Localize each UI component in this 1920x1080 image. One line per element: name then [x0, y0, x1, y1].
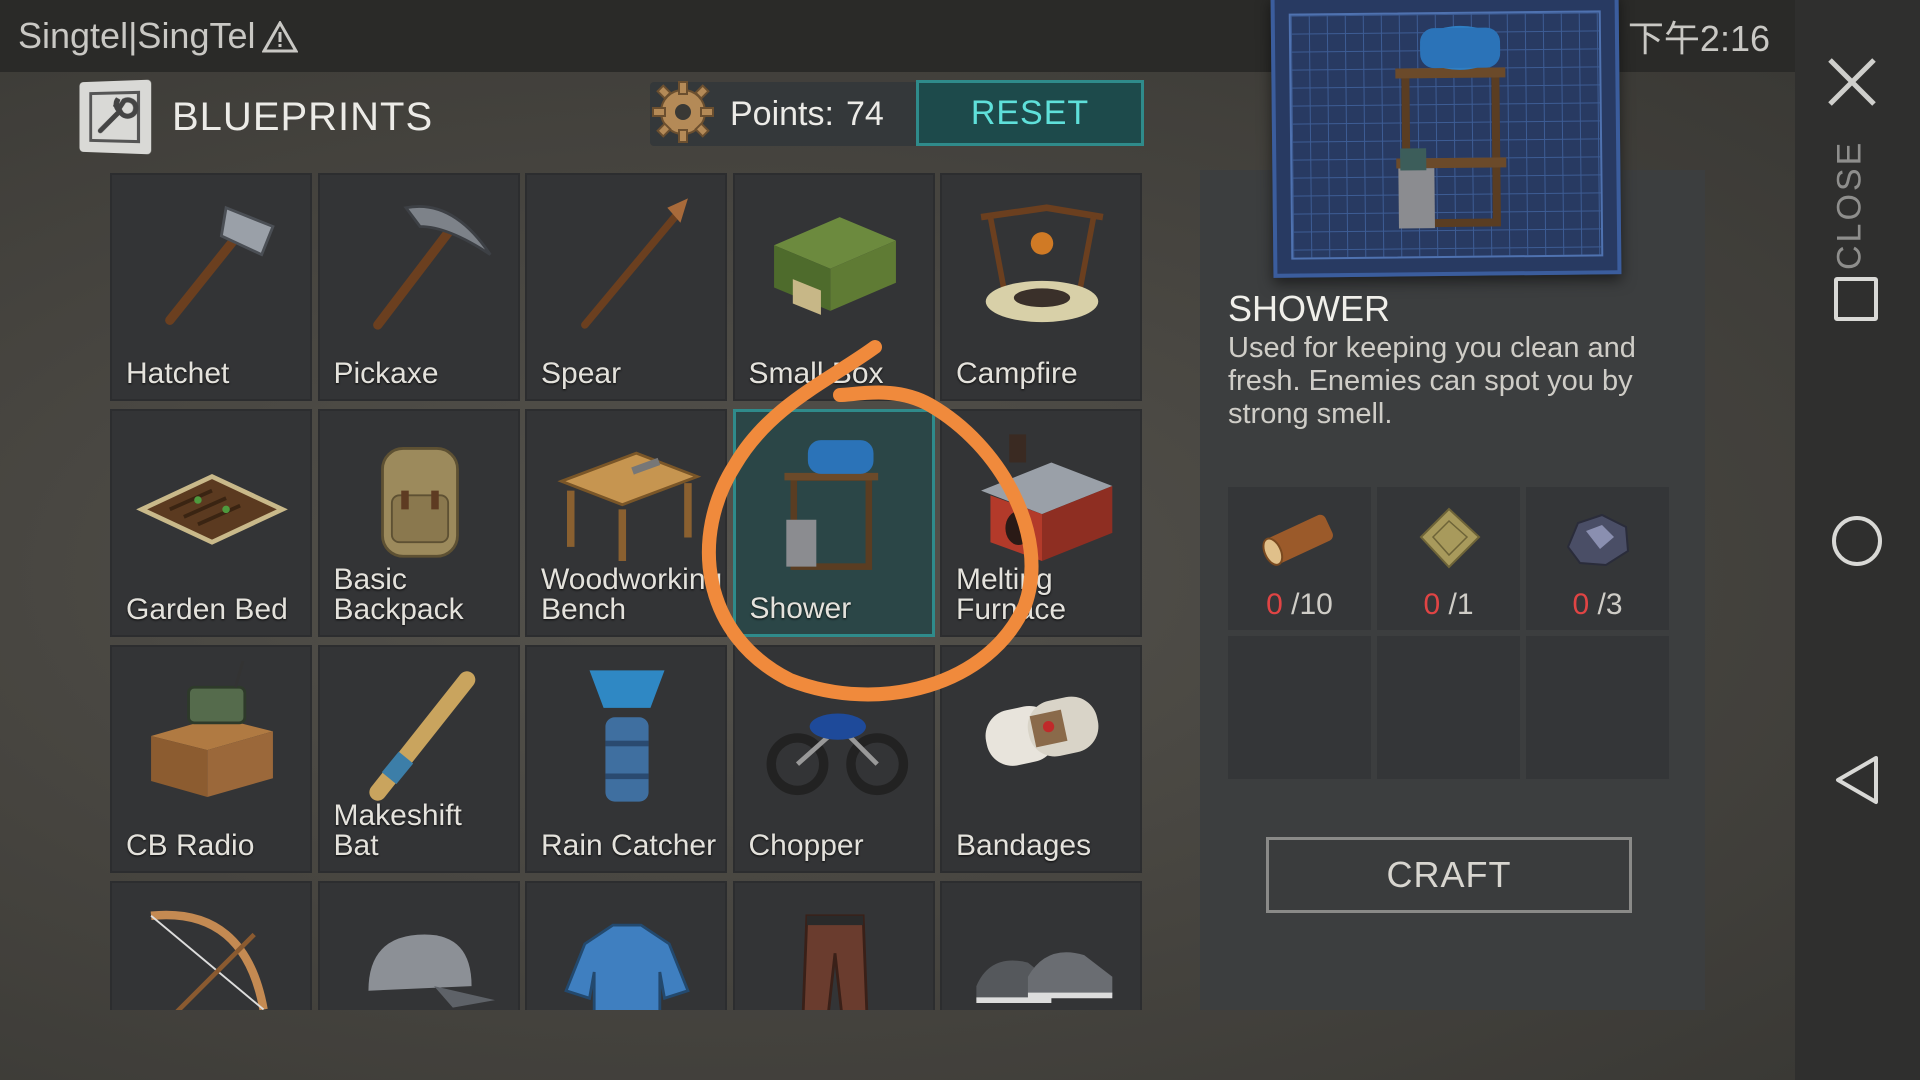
empty-slot	[1377, 636, 1520, 779]
blueprint-item-hatchet[interactable]: Hatchet	[110, 173, 312, 401]
blueprint-label: Spear	[541, 357, 622, 390]
blueprint-grid: Hatchet Pickaxe Spear Small Box Campfire Gard…	[110, 173, 1142, 1010]
blueprint-item-locked-19[interactable]	[940, 881, 1142, 1010]
hatchet-icon	[132, 189, 292, 339]
blueprint-label: Campfire	[956, 357, 1078, 390]
blueprint-label: Chopper	[748, 829, 864, 862]
blueprint-item-pickaxe[interactable]: Pickaxe	[317, 173, 520, 401]
bow-icon	[132, 897, 292, 1010]
radio-icon	[132, 660, 292, 811]
blueprint-label: Garden Bed	[126, 593, 288, 626]
cloth-icon	[1407, 497, 1491, 581]
blueprint-label: Small Box	[748, 357, 884, 390]
blueprint-item-rain-catcher[interactable]: Rain Catcher	[525, 645, 727, 873]
item-name: SHOWER	[1228, 288, 1390, 329]
ore-icon	[1556, 497, 1640, 581]
workbench-icon	[547, 425, 707, 575]
points-display: Points: 74	[650, 81, 920, 146]
blueprint-item-melting-furnace[interactable]: Melting Furnace	[940, 409, 1142, 637]
bat-icon	[340, 661, 500, 811]
blueprint-label: Hatchet	[126, 357, 230, 390]
requirement-slot[interactable]: 0 /3	[1526, 487, 1669, 630]
blueprint-label: Pickaxe	[333, 357, 439, 390]
blueprint-label: Makeshift Bat	[333, 799, 462, 862]
reset-button[interactable]: RESET	[916, 80, 1144, 146]
close-icon[interactable]	[1826, 56, 1878, 108]
empty-slot	[1228, 636, 1371, 779]
item-description: Used for keeping you clean and fresh. En…	[1228, 332, 1636, 430]
cap-icon	[340, 897, 500, 1010]
spear-icon	[547, 189, 707, 339]
blueprint-item-locked-18[interactable]	[732, 881, 935, 1010]
blueprint-label: Shower	[749, 592, 852, 625]
blueprint-item-bandages[interactable]: Bandages	[940, 645, 1142, 873]
requirement-slot[interactable]: 0 /1	[1377, 487, 1520, 630]
pickaxe-icon	[340, 189, 500, 339]
blueprint-item-locked-15[interactable]	[110, 881, 312, 1010]
blueprint-label: CB Radio	[126, 829, 255, 862]
gear-points-icon	[647, 76, 719, 148]
blueprint-item-small-box[interactable]: Small Box	[732, 173, 935, 401]
blueprint-item-cb-radio[interactable]: CB Radio	[110, 645, 312, 873]
blueprint-label: Basic Backpack	[333, 563, 464, 626]
blueprint-item-woodworking-bench[interactable]: Woodworking Bench	[525, 409, 727, 637]
blueprint-wrench-icon	[79, 79, 152, 155]
clock: 下午2:16	[1627, 18, 1770, 59]
back-button[interactable]	[1832, 754, 1882, 806]
motorcycle-icon	[755, 661, 915, 811]
shirt-icon	[547, 897, 707, 1010]
carrier-name: Singtel|SingTel	[18, 15, 256, 56]
pants-icon	[755, 897, 915, 1010]
empty-slot	[1526, 636, 1669, 779]
requirements-grid: 0 /10 0 /1 0 /3	[1228, 487, 1670, 779]
shower-icon	[756, 426, 916, 576]
craft-button[interactable]: CRAFT	[1266, 837, 1632, 913]
title-row: BLUEPRINTS	[78, 72, 433, 162]
small-box-icon	[755, 189, 915, 339]
blueprint-label: Bandages	[956, 829, 1092, 862]
blueprint-item-shower[interactable]: Shower	[732, 409, 935, 637]
blueprint-item-locked-16[interactable]	[317, 881, 520, 1010]
points-label: Points:	[730, 94, 834, 133]
blueprint-item-spear[interactable]: Spear	[525, 173, 727, 401]
log-icon	[1258, 497, 1342, 581]
warning-icon	[260, 19, 299, 53]
backpack-icon	[340, 425, 500, 575]
bandage-icon	[962, 661, 1122, 811]
blueprint-item-garden-bed[interactable]: Garden Bed	[110, 409, 312, 637]
close-label[interactable]: CLOSE	[1820, 140, 1880, 270]
blueprint-label: Rain Catcher	[541, 829, 717, 862]
blueprint-item-campfire[interactable]: Campfire	[940, 173, 1142, 401]
points-value: 74	[845, 94, 884, 133]
shoes-icon	[962, 897, 1122, 1010]
blueprint-item-basic-backpack[interactable]: Basic Backpack	[317, 409, 520, 637]
campfire-icon	[962, 189, 1122, 339]
blueprint-label: Melting Furnace	[956, 563, 1067, 626]
shower-preview	[1270, 0, 1622, 278]
recents-button[interactable]	[1834, 277, 1878, 321]
home-button[interactable]	[1832, 516, 1882, 566]
furnace-icon	[962, 425, 1122, 575]
requirement-slot[interactable]: 0 /10	[1228, 487, 1371, 630]
blueprint-item-chopper[interactable]: Chopper	[732, 645, 935, 873]
garden-bed-icon	[132, 425, 292, 575]
blueprint-item-locked-17[interactable]	[525, 881, 727, 1010]
page-title: BLUEPRINTS	[172, 94, 434, 139]
blueprint-item-makeshift-bat[interactable]: Makeshift Bat	[317, 645, 520, 873]
blueprint-label: Woodworking Bench	[541, 563, 723, 626]
rain-catcher-icon	[547, 661, 707, 811]
